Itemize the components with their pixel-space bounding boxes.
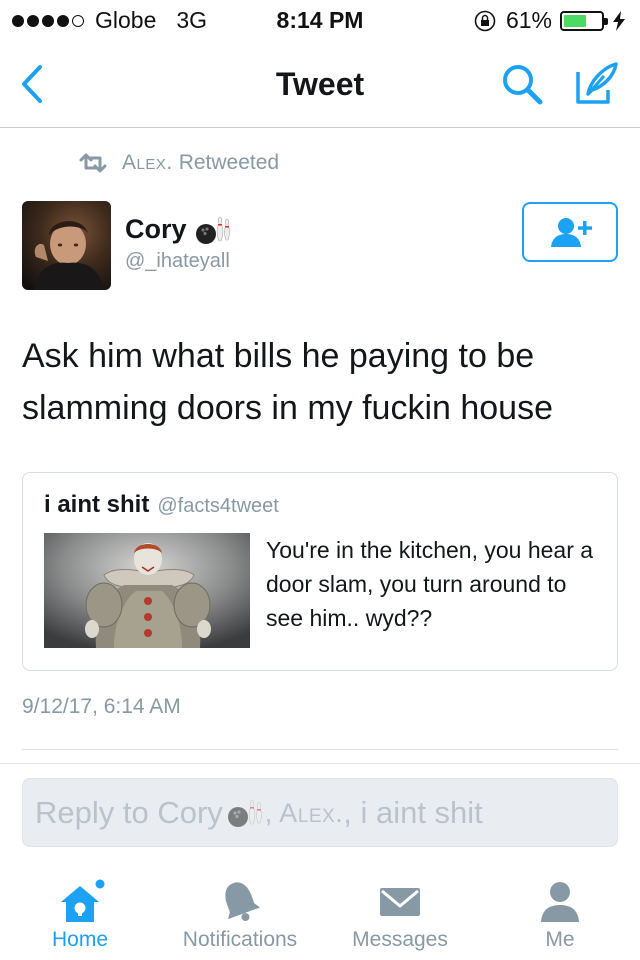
battery-icon [560, 10, 608, 31]
quoted-tweet-header: i aint shit @facts4tweet [44, 491, 279, 519]
tab-messages[interactable]: Messages [320, 862, 480, 960]
tab-bar: Home Notifications Messages Me [0, 862, 640, 960]
charging-bolt-icon [613, 10, 625, 31]
quoted-tweet-text: You're in the kitchen, you hear a door s… [266, 537, 594, 631]
envelope-icon [380, 888, 420, 916]
status-right: 61% [474, 7, 626, 34]
tab-notifications[interactable]: Notifications [160, 862, 320, 960]
avatar-photo [22, 201, 111, 290]
retweet-context[interactable]: Alex. Retweeted [78, 151, 279, 175]
quoted-author-name: i aint shit [44, 491, 150, 518]
quoted-author-handle: @facts4tweet [157, 495, 279, 517]
divider [22, 749, 618, 750]
tab-home-label: Home [51, 928, 109, 951]
status-bar: Globe 3G 8:14 PM 61% [0, 0, 640, 40]
compose-icon[interactable] [574, 60, 620, 106]
bowling-icon [195, 216, 230, 244]
tab-me-label: Me [545, 928, 575, 951]
reply-input[interactable]: Reply to Cory , Alex. , i aint shit [22, 778, 618, 847]
author-display-name: Cory [125, 214, 187, 244]
bowling-icon [227, 799, 262, 827]
navigation-bar: Tweet [0, 40, 640, 128]
avatar[interactable] [22, 201, 111, 290]
tab-home[interactable]: Home [0, 862, 160, 960]
reply-mention-alex: , Alex. [264, 797, 344, 828]
author-handle[interactable]: @_ihateyall [125, 250, 230, 273]
search-icon[interactable] [500, 62, 544, 106]
follow-button[interactable] [522, 202, 618, 262]
quoted-tweet-image[interactable] [44, 533, 250, 648]
divider [0, 763, 640, 764]
quoted-tweet[interactable]: i aint shit @facts4tweet You're in the k… [22, 472, 618, 671]
battery-percent: 61% [505, 7, 552, 33]
reply-prefix: Reply to Cory [35, 795, 223, 830]
bell-icon [225, 882, 261, 922]
retweet-icon [79, 153, 107, 173]
page-title: Tweet [275, 66, 365, 102]
reply-placeholder: Reply to Cory , Alex. , i aint shit [35, 795, 483, 831]
rotation-lock-icon [474, 10, 496, 31]
author-name[interactable]: Cory [125, 214, 231, 245]
add-user-icon [551, 218, 592, 247]
tweet-timestamp: 9/12/17, 6:14 AM [22, 695, 181, 718]
tab-messages-label: Messages [352, 928, 448, 951]
person-icon [541, 882, 579, 922]
tweet-text: Ask him what bills he paying to be slamm… [22, 337, 554, 427]
reply-mention-quoted: , i aint shit [343, 795, 483, 830]
retweeter-name: Alex. [122, 151, 173, 174]
retweet-action-label: Retweeted [178, 151, 280, 174]
tab-notifications-label: Notifications [182, 928, 298, 951]
home-icon [61, 879, 105, 922]
tab-me[interactable]: Me [480, 862, 640, 960]
